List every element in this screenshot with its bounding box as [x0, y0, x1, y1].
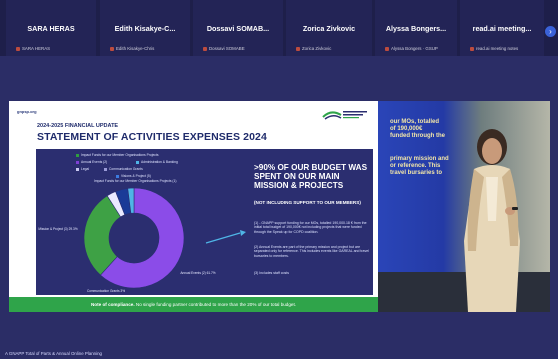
- participant-label: Dossavi SOMABE: [203, 46, 245, 51]
- wall-text-line: or reference. This: [390, 163, 441, 169]
- donut-label-communication: Communication Grants 3%: [86, 289, 126, 293]
- participant-name: read.ai meeting...: [472, 24, 532, 33]
- legend-swatch: [76, 160, 79, 164]
- wall-text-line: our MOs, totalled: [390, 119, 440, 125]
- shared-stage: gnpsp.org 2024-2025 FINANCIAL UPDATE STA…: [9, 101, 550, 312]
- presentation-slide: gnpsp.org 2024-2025 FINANCIAL UPDATE STA…: [9, 101, 378, 312]
- mic-off-icon: [385, 46, 389, 51]
- participant-tile-alyssa[interactable]: Alyssa Bongers... Alyssa Bongers · GSUP: [375, 0, 457, 56]
- participant-label: SARA HERAS: [16, 46, 50, 51]
- footnote-3: (3) Includes staff costs: [254, 271, 289, 275]
- chevron-right-icon: ›: [549, 27, 552, 36]
- legend-item: Annual Events (2): [76, 160, 107, 164]
- participant-name: Dossavi SOMAB...: [206, 24, 270, 33]
- organisation-logo: [322, 111, 367, 120]
- legend-swatch: [116, 174, 119, 178]
- arrow-right-icon: [205, 230, 246, 244]
- wall-text-line: primary mission and: [390, 156, 449, 162]
- speaker-video: our MOs, totalled of 190,000€ funded thr…: [378, 101, 550, 312]
- legend-swatch: [136, 160, 139, 164]
- slide-title: STATEMENT OF ACTIVITIES EXPENSES 2024: [37, 131, 267, 143]
- participant-name: Alyssa Bongers...: [385, 24, 447, 33]
- wall-text-line: of 190,000€: [390, 126, 423, 132]
- mic-off-icon: [296, 46, 300, 51]
- participant-label: read.ai meeting notes: [470, 46, 518, 51]
- participant-tile-zorica[interactable]: Zorica Zivkovic Zorica Zivkovic: [286, 0, 372, 56]
- footnote-1: (1) - GNAPP support funding for our MOs,…: [254, 221, 367, 234]
- slide-subtitle: 2024-2025 FINANCIAL UPDATE: [37, 123, 119, 129]
- headline: >90% OF OUR BUDGET WAS SPENT ON OUR MAIN…: [254, 163, 368, 190]
- participant-tile-readai[interactable]: read.ai meeting... read.ai meeting notes: [460, 0, 544, 56]
- compliance-note: Note of compliance. No single funding pa…: [9, 297, 378, 312]
- chart-caption: Impact Funds for our Member Organisation…: [94, 179, 177, 183]
- slide-url: gnpsp.org: [17, 109, 37, 114]
- legend-swatch: [76, 167, 79, 171]
- legend-swatch: [104, 167, 107, 171]
- legend-item: Communication Grants: [104, 167, 143, 171]
- donut-label-mission: Mission & Project (3) 29.3%: [38, 227, 78, 231]
- participant-tile-edith[interactable]: Edith Kisakye-C... Edith Kisakye-Chris: [100, 0, 190, 56]
- participant-tile-dossavi[interactable]: Dossavi SOMAB... Dossavi SOMABE: [193, 0, 283, 56]
- mic-off-icon: [203, 46, 207, 51]
- legend-swatch: [76, 153, 79, 157]
- legend-item: Administration & Banking: [136, 160, 178, 164]
- legend-item: Impact Funds for our Member Organisation…: [76, 153, 159, 157]
- wall-text-line: travel bursaries to: [390, 170, 443, 176]
- donut-label-events: Annual Events (2) 61.7%: [180, 271, 216, 275]
- mic-off-icon: [110, 46, 114, 51]
- participant-label: Zorica Zivkovic: [296, 46, 331, 51]
- participant-label: Alyssa Bongers · GSUP: [385, 46, 438, 51]
- participant-name: SARA HERAS: [27, 24, 75, 33]
- wall-text-line: funded through the: [390, 133, 445, 139]
- footnote-2: (2) Annual Events are part of the primar…: [254, 245, 369, 258]
- participant-name: Edith Kisakye-C...: [114, 24, 176, 33]
- participant-strip: SARA HERAS SARA HERAS Edith Kisakye-C...…: [0, 0, 558, 56]
- participant-tile-sara[interactable]: SARA HERAS SARA HERAS: [6, 0, 96, 56]
- headline-note: (NOT INCLUDING SUPPORT TO OUR MEMBERS): [254, 200, 361, 205]
- mic-off-icon: [16, 46, 20, 51]
- stream-caption: A GNAPP Total of Parts & Annual Online P…: [5, 351, 102, 356]
- participant-name: Zorica Zivkovic: [302, 24, 356, 33]
- next-participants-button[interactable]: ›: [545, 26, 556, 37]
- chart-panel: Impact Funds for our Member Organisation…: [36, 149, 373, 295]
- legend-item: Legal: [76, 167, 89, 171]
- donut-chart: [83, 187, 185, 289]
- legend-item: Visions & Project (5): [116, 174, 151, 178]
- participant-label: Edith Kisakye-Chris: [110, 46, 154, 51]
- speaker-figure: [464, 129, 520, 312]
- mic-off-icon: [470, 46, 474, 51]
